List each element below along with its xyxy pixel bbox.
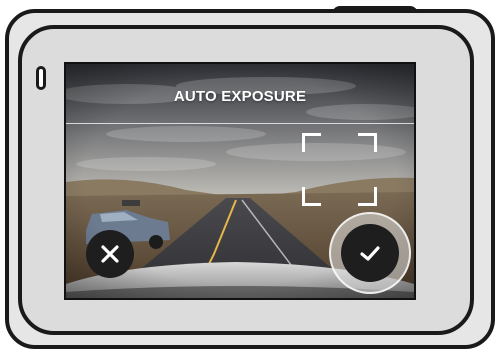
checkmark-icon xyxy=(360,246,380,261)
bracket-top-left-icon xyxy=(302,133,321,152)
mode-title: AUTO EXPOSURE xyxy=(173,88,307,105)
cancel-button[interactable] xyxy=(86,230,134,278)
title-divider xyxy=(66,123,414,124)
bracket-top-right-icon xyxy=(358,133,377,152)
bracket-bottom-right-icon xyxy=(358,187,377,206)
confirm-button-core xyxy=(341,224,399,282)
bracket-bottom-left-icon xyxy=(302,187,321,206)
confirm-button[interactable] xyxy=(329,212,411,294)
camera-screen[interactable]: AUTO EXPOSURE xyxy=(64,62,416,300)
status-led-icon xyxy=(36,66,46,90)
close-icon xyxy=(101,245,119,263)
